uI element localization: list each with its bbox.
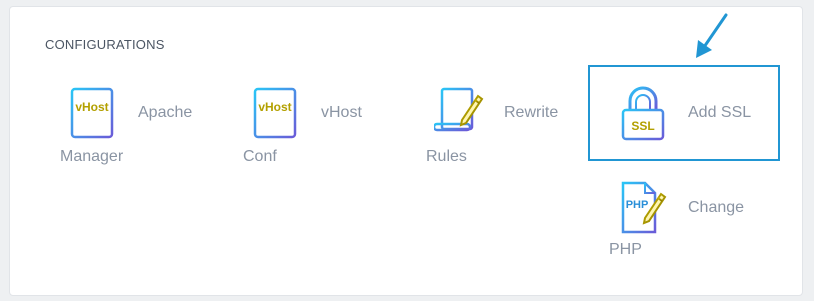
change-php-label-line2: PHP xyxy=(609,241,642,258)
pointer-arrow-icon xyxy=(696,13,728,58)
vhost-document-icon: vHost xyxy=(253,87,297,139)
apache-manager-label-line1: Apache xyxy=(138,104,193,121)
add-ssl-link[interactable]: SSL Add SSL xyxy=(610,86,770,146)
section-title: CONFIGURATIONS xyxy=(45,37,165,52)
change-php-link[interactable]: PHP Change PHP xyxy=(609,180,759,262)
vhost-icon-text: vHost xyxy=(75,100,108,114)
vhost-conf-label-line1: vHost xyxy=(321,104,362,121)
rewrite-rules-link[interactable]: Rewrite Rules xyxy=(426,86,566,168)
change-php-label-line1: Change xyxy=(688,199,745,216)
vhost-conf-link[interactable]: vHost vHost Conf xyxy=(243,86,373,168)
add-ssl-label: Add SSL xyxy=(688,104,752,121)
vhost-conf-label-line2: Conf xyxy=(243,148,277,165)
rewrite-rules-label-line2: Rules xyxy=(426,148,467,165)
php-icon-text: PHP xyxy=(626,199,649,211)
rewrite-rules-label-line1: Rewrite xyxy=(504,104,559,121)
vhost-icon-text: vHost xyxy=(258,100,291,114)
document-pencil-icon xyxy=(434,87,484,132)
ssl-icon-text: SSL xyxy=(631,119,654,133)
vhost-document-icon: vHost xyxy=(70,87,114,139)
php-file-pencil-icon: PHP xyxy=(621,181,667,234)
apache-manager-label-line2: Manager xyxy=(60,148,124,165)
padlock-icon: SSL xyxy=(621,86,665,141)
apache-manager-link[interactable]: vHost Apache Manager xyxy=(60,86,200,168)
